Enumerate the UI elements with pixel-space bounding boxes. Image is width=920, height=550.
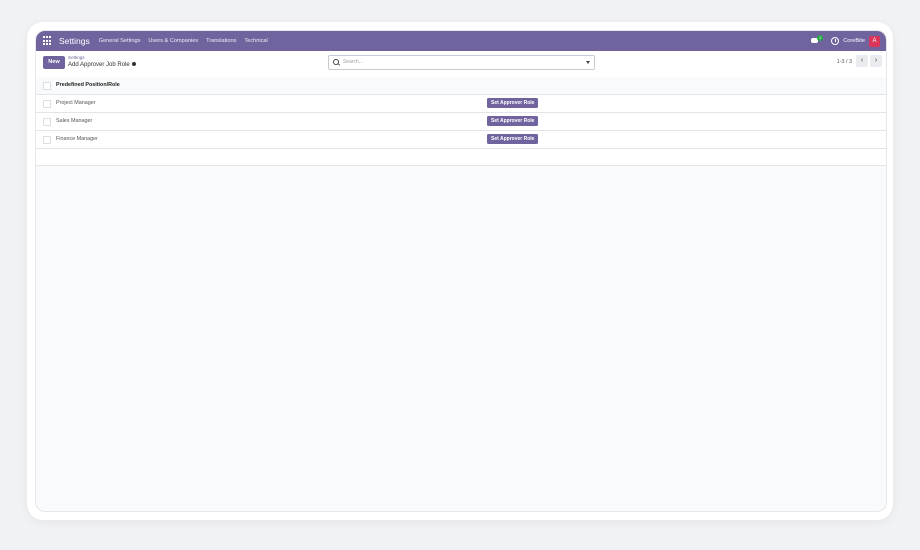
- position-name: Sales Manager: [56, 118, 93, 124]
- message-count-badge: 1: [817, 35, 824, 41]
- search-input[interactable]: Search...: [328, 55, 595, 70]
- row-checkbox[interactable]: [43, 100, 51, 108]
- position-name: Project Manager: [56, 100, 96, 106]
- pager-value[interactable]: 1-3 / 3: [837, 59, 852, 65]
- table-row[interactable]: Project Manager Set Approver Role: [36, 95, 886, 113]
- search-icon: [333, 59, 339, 65]
- row-checkbox[interactable]: [43, 118, 51, 126]
- gear-icon[interactable]: [131, 62, 136, 67]
- search-options-dropdown-icon[interactable]: [586, 61, 590, 64]
- table-row[interactable]: Finance Manager Set Approver Role: [36, 131, 886, 149]
- control-panel: New Settings Add Approver Job Role Searc…: [36, 51, 886, 78]
- activity-clock-icon[interactable]: [831, 37, 840, 45]
- table-header: Predefined Position/Role: [36, 77, 886, 95]
- set-approver-role-button[interactable]: Set Approver Role: [487, 134, 539, 144]
- app-screen: Settings General Settings Users & Compan…: [35, 30, 887, 512]
- page-title: Add Approver Job Role: [68, 62, 130, 68]
- menu-users-companies[interactable]: Users & Companies: [148, 38, 198, 44]
- menu-translations[interactable]: Translations: [206, 38, 236, 44]
- menu-general-settings[interactable]: General Settings: [99, 38, 141, 44]
- top-navbar: Settings General Settings Users & Compan…: [36, 31, 886, 51]
- breadcrumb-current: Add Approver Job Role: [68, 62, 136, 68]
- list-view: Predefined Position/Role Project Manager…: [36, 77, 886, 166]
- table-row[interactable]: Sales Manager Set Approver Role: [36, 113, 886, 131]
- chat-icon[interactable]: 1: [811, 35, 824, 45]
- menu-technical[interactable]: Technical: [244, 38, 267, 44]
- breadcrumb-settings[interactable]: Settings: [68, 55, 85, 60]
- column-header-position[interactable]: Predefined Position/Role: [56, 82, 120, 88]
- pager-previous-button[interactable]: ‹: [856, 55, 868, 67]
- set-approver-role-button[interactable]: Set Approver Role: [487, 116, 539, 126]
- position-name: Finance Manager: [56, 136, 98, 142]
- navbar-systray: 1 CoreBite A: [811, 31, 886, 51]
- search-placeholder: Search...: [343, 59, 364, 65]
- company-switcher[interactable]: CoreBite: [843, 38, 865, 44]
- row-checkbox[interactable]: [43, 136, 51, 144]
- user-avatar[interactable]: A: [869, 35, 880, 47]
- pager-next-button[interactable]: ›: [870, 55, 882, 67]
- apps-menu-icon[interactable]: [43, 36, 53, 46]
- app-title[interactable]: Settings: [59, 36, 90, 46]
- new-button[interactable]: New: [43, 56, 65, 69]
- select-all-checkbox[interactable]: [43, 82, 51, 90]
- set-approver-role-button[interactable]: Set Approver Role: [487, 98, 539, 108]
- table-footer: [36, 149, 886, 166]
